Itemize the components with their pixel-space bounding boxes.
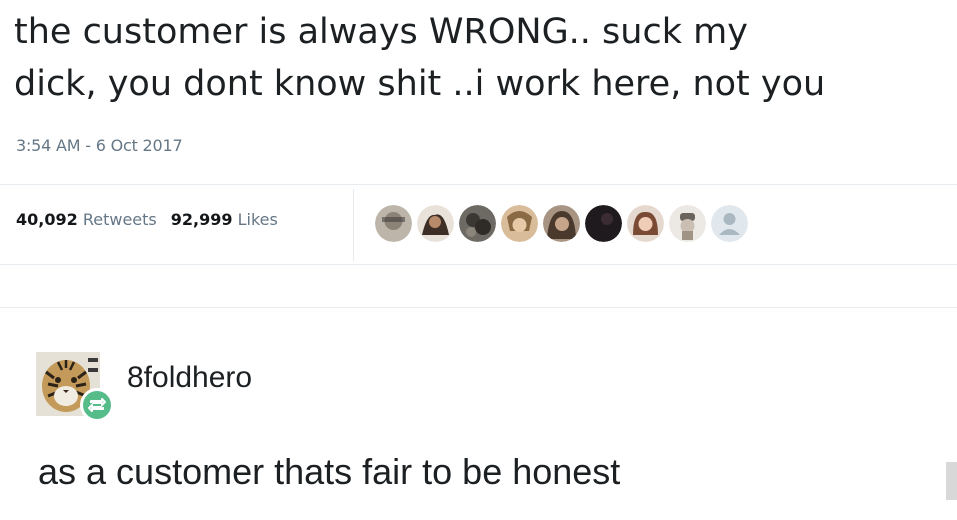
reblogger-username[interactable]: 8foldhero <box>127 361 252 395</box>
tweet-text: the customer is always WRONG.. suck my d… <box>14 6 954 110</box>
reblog-icon <box>80 388 114 422</box>
reblog-comment: as a customer thats fair to be honest <box>38 451 621 492</box>
liker-avatar-1[interactable] <box>375 205 412 242</box>
likes-stat[interactable]: 92,999 Likes <box>171 210 278 229</box>
likes-label: Likes <box>237 210 278 229</box>
liker-avatar-3[interactable] <box>459 205 496 242</box>
retweets-label: Retweets <box>82 210 157 229</box>
tweet-text-line-1: the customer is always WRONG.. suck my <box>14 12 748 52</box>
tweet-text-line-2: dick, you dont know shit ..i work here, … <box>14 64 826 104</box>
retweets-count: 40,092 <box>16 210 78 229</box>
default-avatar-icon[interactable] <box>711 205 748 242</box>
retweets-stat[interactable]: 40,092 Retweets <box>16 210 157 229</box>
likes-count: 92,999 <box>170 210 233 229</box>
stats-separator <box>353 189 354 261</box>
liker-avatar-6[interactable] <box>585 205 622 242</box>
liker-avatars <box>375 205 753 245</box>
divider-stats-bottom <box>0 264 957 265</box>
tweet-stats: 40,092 Retweets 92,999 Likes <box>16 210 278 229</box>
screenshot: the customer is always WRONG.. suck my d… <box>0 0 957 520</box>
tweet-timestamp[interactable]: 3:54 AM - 6 Oct 2017 <box>16 136 183 155</box>
divider-top <box>0 184 957 185</box>
liker-avatar-5[interactable] <box>543 205 580 242</box>
liker-avatar-8[interactable] <box>669 205 706 242</box>
liker-avatar-2[interactable] <box>417 205 454 242</box>
liker-avatar-7[interactable] <box>627 205 664 242</box>
scrollbar-thumb[interactable] <box>946 462 957 500</box>
liker-avatar-4[interactable] <box>501 205 538 242</box>
divider-section <box>0 307 957 308</box>
reblogger-avatar-group[interactable] <box>36 352 116 432</box>
